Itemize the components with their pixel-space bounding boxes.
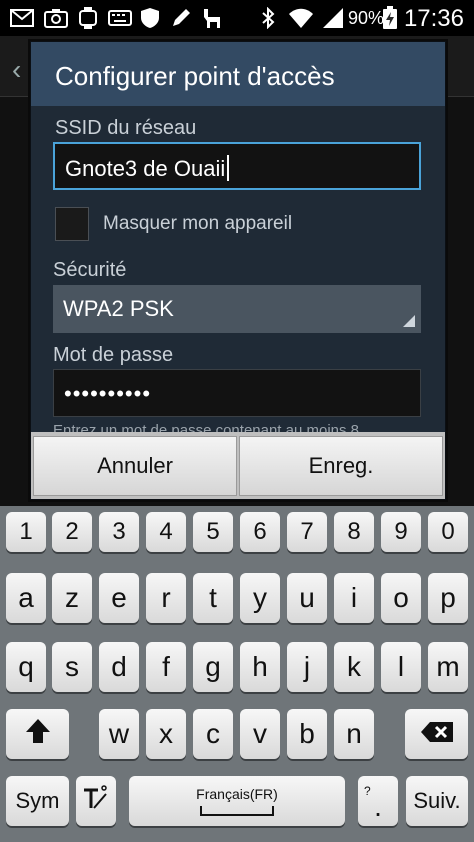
key-a[interactable]: a — [6, 573, 46, 623]
key-h[interactable]: h — [240, 642, 280, 692]
key-l[interactable]: l — [381, 642, 421, 692]
handwriting-key[interactable] — [76, 776, 116, 826]
security-value: WPA2 PSK — [63, 296, 174, 321]
key-6[interactable]: 6 — [240, 512, 280, 552]
key-1[interactable]: 1 — [6, 512, 46, 552]
key-y[interactable]: y — [240, 573, 280, 623]
key-2[interactable]: 2 — [52, 512, 92, 552]
hide-device-label: Masquer mon appareil — [103, 213, 293, 234]
bluetooth-icon — [260, 7, 276, 29]
text-cursor — [227, 155, 230, 181]
backspace-key[interactable] — [405, 709, 468, 759]
key-5[interactable]: 5 — [193, 512, 233, 552]
shift-key[interactable] — [6, 709, 69, 759]
key-v[interactable]: v — [240, 709, 280, 759]
keyboard-icon — [108, 7, 132, 29]
password-input[interactable]: •••••••••• — [53, 369, 421, 417]
ssid-label: SSID du réseau — [55, 117, 197, 139]
dropdown-arrow-icon — [403, 315, 415, 327]
key-k[interactable]: k — [334, 642, 374, 692]
period-label: . — [374, 791, 382, 822]
battery-icon — [382, 6, 398, 29]
password-label: Mot de passe — [53, 344, 174, 366]
key-m[interactable]: m — [428, 642, 468, 692]
ssid-input[interactable]: Gnote3 de Ouaii — [53, 142, 421, 190]
space-icon — [200, 806, 274, 816]
key-z[interactable]: z — [52, 573, 92, 623]
space-bar-key[interactable]: Français(FR) — [129, 776, 345, 826]
security-select[interactable]: WPA2 PSK — [53, 285, 421, 333]
key-d[interactable]: d — [99, 642, 139, 692]
pen-icon — [170, 7, 192, 29]
punctuation-key[interactable]: ? . — [358, 776, 398, 826]
text-input-mode-icon — [82, 784, 110, 819]
hotspot-config-dialog: Configurer point d'accès SSID du réseau … — [30, 41, 446, 500]
next-key[interactable]: Suiv. — [406, 776, 468, 826]
security-label: Sécurité — [53, 259, 127, 281]
sym-key[interactable]: Sym — [6, 776, 69, 826]
keyboard: 1 2 3 4 5 6 7 8 9 0 a z e r t y u i o p … — [0, 506, 474, 842]
cancel-button[interactable]: Annuler — [33, 436, 237, 496]
key-8[interactable]: 8 — [334, 512, 374, 552]
battery-percent: 90% — [348, 8, 385, 28]
key-0[interactable]: 0 — [428, 512, 468, 552]
key-p[interactable]: p — [428, 573, 468, 623]
key-b[interactable]: b — [287, 709, 327, 759]
back-arrow-icon: ‹ — [12, 54, 22, 85]
key-x[interactable]: x — [146, 709, 186, 759]
camera-icon — [44, 7, 68, 29]
password-value: •••••••••• — [64, 381, 152, 406]
clock: 17:36 — [403, 5, 464, 32]
status-bar: 90% 17:36 — [0, 0, 474, 36]
key-u[interactable]: u — [287, 573, 327, 623]
key-s[interactable]: s — [52, 642, 92, 692]
shift-arrow-icon — [25, 718, 51, 751]
key-3[interactable]: 3 — [99, 512, 139, 552]
key-7[interactable]: 7 — [287, 512, 327, 552]
dialog-button-bar: Annuler Enreg. — [31, 432, 445, 499]
key-e[interactable]: e — [99, 573, 139, 623]
key-i[interactable]: i — [334, 573, 374, 623]
key-w[interactable]: w — [99, 709, 139, 759]
key-j[interactable]: j — [287, 642, 327, 692]
hide-device-checkbox[interactable] — [55, 207, 89, 241]
ssid-value: Gnote3 de Ouaii — [65, 156, 226, 181]
shield-icon — [140, 7, 160, 29]
punctuation-hint: ? — [364, 784, 371, 798]
key-n[interactable]: n — [334, 709, 374, 759]
dialog-header: Configurer point d'accès — [31, 42, 445, 106]
key-r[interactable]: r — [146, 573, 186, 623]
save-button[interactable]: Enreg. — [239, 436, 443, 496]
dialog-title: Configurer point d'accès — [55, 61, 335, 91]
mail-icon — [10, 7, 34, 29]
key-f[interactable]: f — [146, 642, 186, 692]
backspace-icon — [420, 718, 454, 750]
wifi-icon — [288, 7, 314, 29]
key-q[interactable]: q — [6, 642, 46, 692]
signal-icon — [322, 7, 344, 29]
llama-icon — [200, 7, 224, 29]
key-4[interactable]: 4 — [146, 512, 186, 552]
key-c[interactable]: c — [193, 709, 233, 759]
key-g[interactable]: g — [193, 642, 233, 692]
watch-icon — [78, 7, 98, 29]
key-9[interactable]: 9 — [381, 512, 421, 552]
key-t[interactable]: t — [193, 573, 233, 623]
key-o[interactable]: o — [381, 573, 421, 623]
language-label: Français(FR) — [196, 786, 278, 802]
